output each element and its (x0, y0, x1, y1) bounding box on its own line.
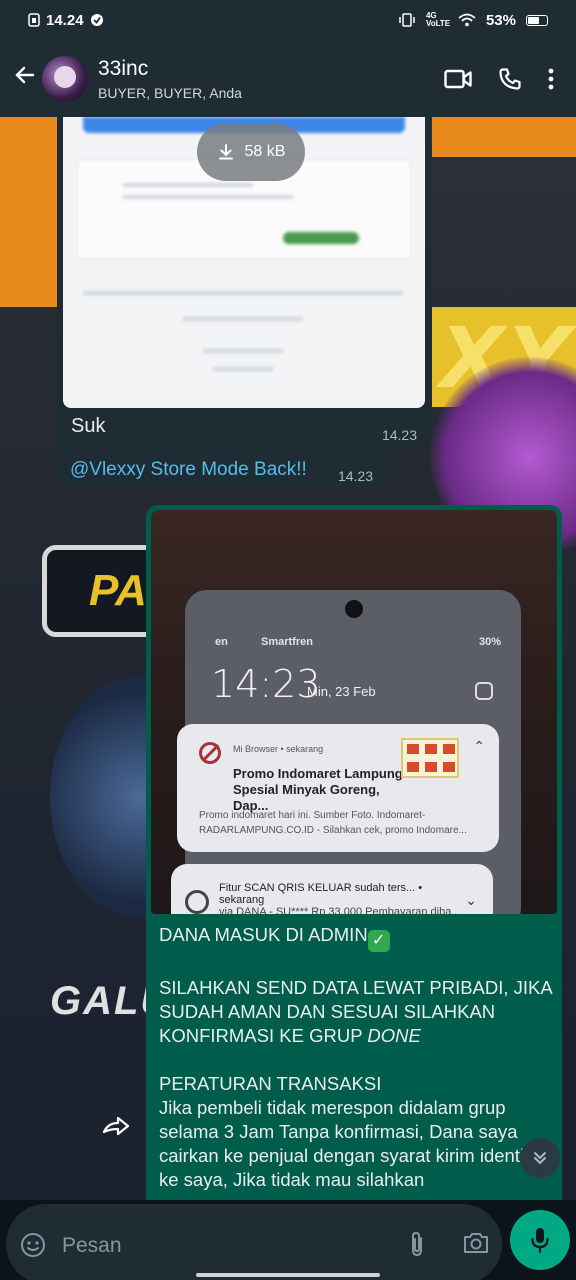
browser-icon (199, 742, 221, 764)
notification-app: Mi Browser • sekarang (233, 744, 324, 754)
check-mark-icon: ✓ (367, 930, 390, 952)
chat-title-block[interactable]: 33inc BUYER, BUYER, Anda (98, 57, 242, 101)
download-button[interactable]: 58 kB (197, 123, 305, 181)
message-bubble-image[interactable]: 58 kB Suk 14.23 (57, 117, 431, 451)
back-button[interactable] (8, 63, 42, 94)
message-input-bar: Pesan (6, 1204, 502, 1280)
status-bar: 14.24 4G VoLTE 53% (0, 0, 576, 40)
wifi-icon (458, 13, 476, 27)
forward-button[interactable] (100, 1110, 132, 1142)
notification-body: via DANA - SU**** Rp 33.000 Pembayaran d… (219, 906, 461, 914)
message-bubble-outgoing[interactable]: en Smartfren 30% 14:23 Min, 23 Feb Mi Br… (146, 505, 562, 1200)
notification-thumbnail (401, 738, 459, 778)
photo-clock: 14:23 (211, 662, 321, 706)
photo-battery: 30% (478, 636, 501, 648)
message-line: DANA MASUK DI ADMIN (159, 924, 368, 945)
message-time: 14.23 (337, 468, 373, 484)
message-line: PERATURAN TRANSAKSI (159, 1073, 382, 1094)
mention-link[interactable]: @Vlexxy Store Mode Back!! (70, 459, 307, 481)
chat-subtitle: BUYER, BUYER, Anda (98, 84, 242, 101)
scroll-down-icon (534, 1152, 546, 1165)
download-size: 58 kB (244, 143, 286, 160)
network-label: 4G VoLTE (425, 11, 451, 28)
chevron-up-icon: ⌃ (473, 738, 485, 754)
mic-icon (531, 1228, 549, 1254)
message-placeholder: Pesan (62, 1234, 122, 1257)
group-avatar[interactable] (42, 55, 88, 102)
message-time: 14.23 (381, 427, 417, 443)
back-arrow-icon (15, 66, 35, 84)
chevron-down-icon: ⌄ (465, 892, 477, 908)
camera-icon[interactable] (462, 1231, 490, 1255)
message-italic: DONE (367, 1025, 421, 1046)
photo-settings-icon (475, 682, 493, 700)
photo-network: Smartfren (261, 636, 313, 648)
chat-title: 33inc (98, 56, 149, 80)
photo-date: Min, 23 Feb (307, 684, 376, 699)
attach-icon[interactable] (406, 1230, 428, 1258)
sticker-icon[interactable] (20, 1232, 46, 1258)
forward-icon (102, 1116, 130, 1136)
message-text: DANA MASUK DI ADMIN ✓ SILAHKAN SEND DATA … (159, 923, 557, 1192)
scroll-down-button[interactable] (520, 1138, 560, 1178)
wallpaper-text: PA (89, 566, 147, 615)
notification-icon (90, 14, 103, 26)
download-icon (218, 144, 233, 160)
notification-title: Promo Indomaret Lampung Spesial Minyak G… (233, 766, 403, 813)
vibrate-icon (399, 13, 415, 27)
chat-area[interactable]: XY PA GALU 58 kB Suk 14.23 @Vlexxy Store… (0, 117, 576, 1200)
gesture-nav-handle[interactable] (196, 1273, 380, 1277)
image-thumbnail[interactable]: en Smartfren 30% 14:23 Min, 23 Feb Mi Br… (151, 510, 557, 914)
composer: Pesan (0, 1200, 576, 1280)
image-thumbnail[interactable]: 58 kB (63, 117, 425, 408)
message-line: Jika pembeli tidak merespon didalam grup… (159, 1097, 549, 1190)
more-icon[interactable] (548, 68, 554, 90)
message-line: SILAHKAN SEND DATA LEWAT PRIBADI, JIKA S… (159, 977, 552, 1046)
message-caption: Suk (71, 415, 106, 437)
dana-icon (185, 890, 209, 914)
photo-notification: Fitur SCAN QRIS KELUAR sudah ters... • s… (171, 864, 493, 914)
photo-carrier: en (215, 636, 228, 648)
sim-icon (28, 13, 40, 27)
message-bubble-text[interactable]: @Vlexxy Store Mode Back!! 14.23 (57, 451, 385, 491)
mic-button[interactable] (510, 1210, 570, 1270)
photo-phone-screen: en Smartfren 30% 14:23 Min, 23 Feb Mi Br… (171, 590, 521, 914)
chat-header: 33inc BUYER, BUYER, Anda (0, 40, 576, 117)
message-input[interactable]: Pesan (6, 1204, 502, 1280)
phone-call-icon[interactable] (498, 67, 522, 91)
battery-icon (526, 14, 548, 26)
wallpaper-shape (432, 117, 576, 157)
battery-percent: 53% (485, 11, 516, 29)
photo-notification: Mi Browser • sekarang Promo Indomaret La… (177, 724, 499, 852)
notification-body: Promo indomaret hari ini. Sumber Foto. I… (199, 810, 467, 836)
video-call-icon[interactable] (444, 68, 472, 90)
status-time: 14.24 (46, 11, 84, 29)
notification-title: Fitur SCAN QRIS KELUAR sudah ters... • s… (219, 882, 423, 906)
